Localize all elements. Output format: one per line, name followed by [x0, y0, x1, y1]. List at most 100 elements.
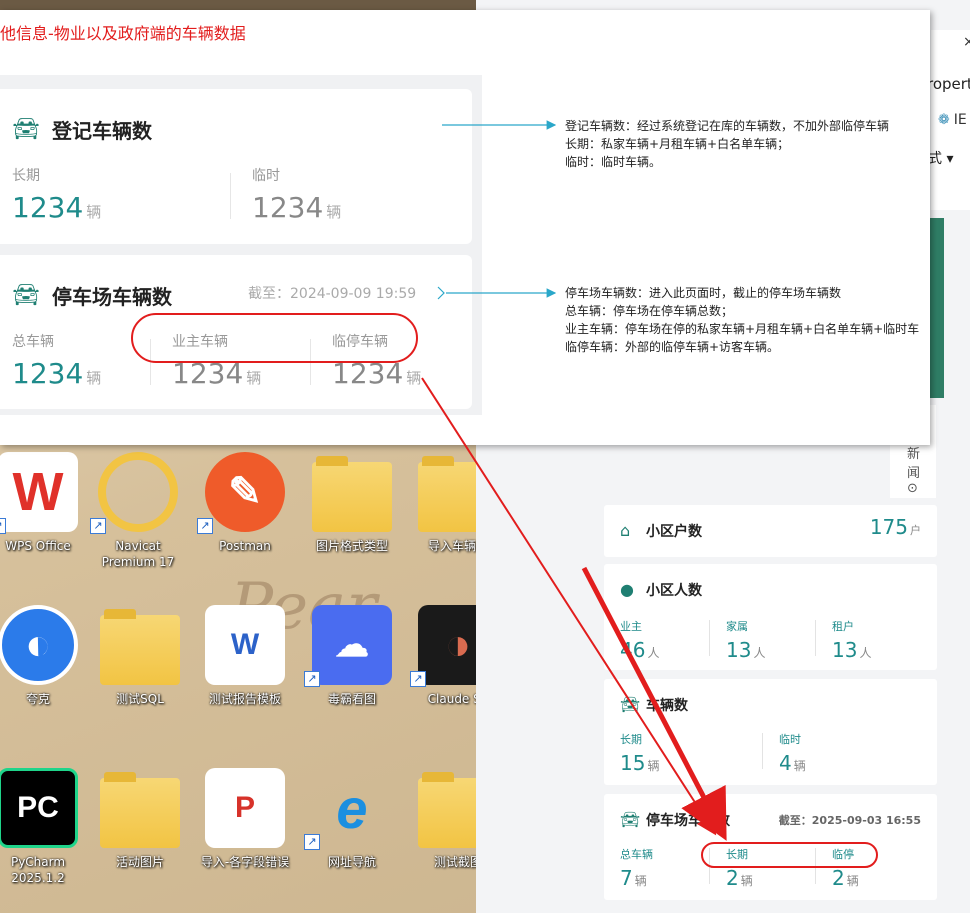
note-line: 长期：私家车辆+月租车辆+白名单车辆； [565, 137, 790, 151]
home-icon: ⌂ [620, 521, 631, 540]
desktop-icon-quark[interactable]: ◐ 夸克 [0, 605, 88, 755]
residents-family: 家属 13 人 [726, 620, 766, 662]
desktop-icon-test-report[interactable]: W 测试报告模板 [195, 605, 295, 755]
desktop-icon-folder-image-types[interactable]: 图片格式类型 [302, 452, 402, 602]
wps-icon: W [0, 452, 78, 532]
news-label: 新 [907, 447, 921, 462]
pdf-document-icon: P [205, 768, 285, 848]
annotation-overlay: 他信息-物业以及政府端的车辆数据 🚘︎ 登记车辆数 长期 1234 辆 临时 12… [0, 10, 930, 445]
parking-vehicles-title: 停车场车辆数 [52, 285, 172, 309]
note-line: 业主车辆：停车场在停的私家车辆+月租车辆+白名单车辆+临时车 [565, 322, 920, 336]
chevron-right-icon: ⊙ [907, 481, 918, 496]
icon-label: 活动图片 [115, 855, 164, 869]
residents-owner: 业主 46 人 [620, 620, 660, 662]
note-line: 总车辆：停车场在停车辆总数； [565, 304, 734, 318]
folder-icon [312, 456, 392, 532]
pycharm-icon: PC [0, 768, 78, 848]
mockup-panel: 🚘︎ 登记车辆数 长期 1234 辆 临时 1234 辆 🚘︎ 停车场车辆数 截至：… [0, 75, 482, 415]
divider [815, 620, 816, 656]
shortcut-arrow-icon: ↗ [197, 518, 213, 534]
vehicles-temporary: 临时 4辆 [779, 733, 806, 775]
desktop-icon-image-viewer[interactable]: ☁ ↗ 毒霸看图 [302, 605, 402, 755]
icon-label: 测试SQL [116, 692, 164, 706]
note-line: 临时：临时车辆。 [565, 155, 662, 169]
close-icon[interactable]: × [963, 34, 970, 50]
icon-label: 测试报告模板 [208, 692, 281, 706]
icon-label: Postman [219, 539, 271, 553]
icon-label: WPS Office [5, 539, 71, 553]
note-line: 登记车辆数：经过系统登记在库的车辆数，不加外部临停车辆 [565, 119, 890, 133]
parking-longterm: 长期 2辆 [726, 848, 753, 890]
parking-notes: 停车场车辆数：进入此页面时，截止的停车场车辆数 总车辆：停车场在停车辆总数； 业… [565, 284, 919, 356]
news-label: 闻 [907, 466, 921, 481]
ie-tab[interactable]: ❁ IE [938, 112, 967, 128]
navicat-icon [98, 452, 178, 532]
icon-label: 毒霸看图 [327, 692, 376, 706]
postman-icon: ✎ [205, 452, 285, 532]
parking-vehicles-card: 🚘︎ 停车场车辆数 截至：2024-09-09 19:59 总车辆 1234 辆 … [0, 255, 472, 409]
folder-icon [100, 772, 180, 848]
divider [310, 339, 311, 385]
parking-card: 🚘︎ 停车场车辆数 截至：2025-09-03 16:55 总车辆 7辆 长期 … [604, 794, 937, 900]
vehicles-card: 🚘︎ 车辆数 长期 15 辆 临时 4辆 [604, 679, 937, 785]
shortcut-arrow-icon: ↗ [0, 518, 6, 534]
shortcut-arrow-icon: ↗ [410, 671, 426, 687]
note-line: 临停车辆：外部的临停车辆+访客车辆。 [565, 340, 780, 354]
households-title: 小区户数 [646, 524, 702, 540]
green-banner [930, 218, 944, 398]
residents-tenant: 租户 13 人 [832, 620, 872, 662]
desktop-icon-postman[interactable]: ✎ ↗ Postman [195, 452, 295, 602]
shortcut-arrow-icon: ↗ [304, 671, 320, 687]
icon-label: 网址导航 [327, 855, 376, 869]
parking-title: 停车场车辆数 [646, 813, 730, 829]
registered-temporary: 临时 1234 辆 [252, 168, 342, 224]
user-icon: ● [620, 580, 634, 599]
internet-explorer-icon: e [336, 776, 368, 840]
divider [230, 173, 231, 219]
registered-notes: 登记车辆数：经过系统登记在库的车辆数，不加外部临停车辆 长期：私家车辆+月租车辆… [565, 117, 889, 171]
icon-label: 导入-各字段错误 [200, 855, 290, 869]
parking-total: 总车辆 1234 辆 [12, 334, 102, 390]
desktop-icon-wps[interactable]: W ↗ WPS Office [0, 452, 88, 602]
residents-card: ● 小区人数 业主 46 人 家属 13 人 租户 13 人 [604, 564, 937, 670]
residents-title: 小区人数 [646, 583, 702, 599]
desktop-icon-navicat[interactable]: ↗ Navicat Premium 17 [88, 452, 188, 602]
car-icon: 🚘︎ [620, 695, 641, 714]
property-tab-label[interactable]: ropert [927, 75, 970, 93]
divider [709, 620, 710, 656]
icon-label: PyCharm 2025.1.2 [10, 855, 66, 885]
desktop-icon-folder-test-sql[interactable]: 测试SQL [90, 605, 190, 755]
households-value: 175 户 [869, 515, 921, 539]
icon-label: 图片格式类型 [315, 539, 388, 553]
registered-vehicles-title: 登记车辆数 [52, 119, 152, 143]
icon-label: 夸克 [25, 692, 50, 706]
parking-temporary: 临停车辆 1234 辆 [332, 334, 422, 390]
note-line: 停车场车辆数：进入此页面时，截止的停车场车辆数 [565, 286, 842, 300]
desktop-icon-import-errors[interactable]: P 导入-各字段错误 [195, 768, 295, 913]
households-card: ⌂ 小区户数 175 户 [604, 505, 937, 557]
vehicles-title: 车辆数 [646, 698, 688, 714]
quark-icon: ◐ [0, 605, 78, 685]
car-icon: 🚘︎ [12, 283, 40, 308]
overlay-title: 他信息-物业以及政府端的车辆数据 [0, 24, 246, 43]
gear-icon: ❁ [938, 112, 950, 128]
folder-icon [100, 609, 180, 685]
vehicles-longterm: 长期 15 辆 [620, 733, 660, 775]
desktop-icon-pycharm[interactable]: PC PyCharm 2025.1.2 [0, 768, 88, 913]
cloud-image-icon: ☁ [312, 605, 392, 685]
word-document-icon: W [205, 605, 285, 685]
parking-owner: 业主车辆 1234 辆 [172, 334, 262, 390]
shortcut-arrow-icon: ↗ [304, 834, 320, 850]
registered-longterm: 长期 1234 辆 [12, 168, 102, 224]
desktop-icon-web-navigation[interactable]: e ↗ 网址导航 [302, 768, 402, 913]
icon-label: Navicat Premium 17 [101, 539, 175, 569]
divider [815, 848, 816, 884]
desktop-icon-folder-activity-images[interactable]: 活动图片 [90, 768, 190, 913]
parking-cutoff: 截至：2025-09-03 16:55 [778, 814, 921, 827]
parking-cutoff-time: 截至：2024-09-09 19:59 [248, 286, 417, 302]
divider [762, 733, 763, 769]
style-dropdown[interactable]: 式 ▾ [928, 148, 953, 168]
ie-label: IE [953, 112, 967, 128]
parking-temporary: 临停 2辆 [832, 848, 859, 890]
parking-total: 总车辆 7辆 [620, 848, 653, 890]
